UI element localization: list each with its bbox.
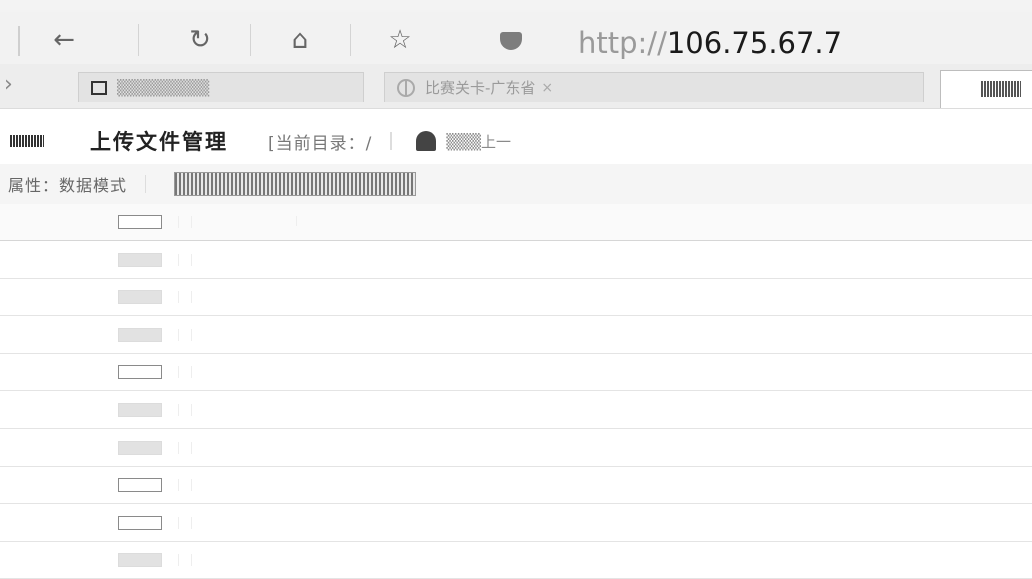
page-icon [91,80,107,95]
home-icon[interactable]: ⌂ [278,22,322,58]
row-checkbox[interactable] [118,553,162,567]
column-divider [178,366,192,378]
browser-navbar: ← ↻ ⌂ ☆ http://106.75.67.7 [0,12,1032,64]
column-divider [178,442,192,454]
header-divider [390,132,393,150]
row-checkbox[interactable] [118,253,162,267]
tab-bar: › ▒▒▒▒▒▒▒▒ 比赛关卡-广东省 × [0,64,1032,109]
globe-icon [397,78,415,97]
column-divider [178,479,192,491]
column-divider [178,254,192,266]
nav-divider [350,24,351,56]
star-icon[interactable]: ☆ [378,22,422,58]
column-divider [296,216,303,226]
file-toolbar: 属性：数据模式 [0,164,1032,204]
tab-active[interactable] [940,70,1032,108]
file-row [0,317,1032,354]
go-up-link[interactable]: ▒▒▒上一 [446,131,511,152]
tab-favicon-icon [981,81,1021,97]
row-checkbox[interactable] [118,403,162,417]
page-title: 上传文件管理 [90,130,228,154]
column-divider [178,517,192,529]
file-row [0,354,1032,391]
url-host: 106.75.67.7 [666,26,843,60]
file-row [0,242,1032,279]
nav-divider [138,24,139,56]
tab-label: ▒▒▒▒▒▒▒▒ [117,78,210,97]
nav-divider [250,24,251,56]
back-arrow-icon[interactable]: ← [42,22,86,58]
column-divider [178,216,192,228]
file-row [0,392,1032,429]
page-header: 上传文件管理 [当前目录：/ ▒▒▒上一 [0,118,1032,164]
column-divider [178,291,192,303]
shield-icon [500,32,522,50]
tab-close-icon[interactable]: × [541,80,553,96]
row-checkbox[interactable] [118,516,162,530]
row-checkbox[interactable] [118,478,162,492]
reload-icon[interactable]: ↻ [178,22,222,58]
current-directory: [当前目录：/ [268,133,373,154]
file-row [0,505,1032,542]
mode-label: 属性：数据模式 [8,176,128,195]
row-checkbox[interactable] [118,328,162,342]
folder-up-icon[interactable] [416,131,437,151]
file-row [0,279,1032,316]
navbar-edge-divider [18,26,20,56]
file-list-header-row [0,204,1032,241]
column-divider [178,404,192,416]
file-row [0,542,1032,579]
row-checkbox[interactable] [118,365,162,379]
column-divider [178,554,192,566]
tab-contest[interactable]: 比赛关卡-广东省 × [384,72,924,102]
logo-icon [10,135,44,147]
file-row [0,467,1032,504]
window-top-strip [0,0,1032,12]
toolbar-divider [145,175,147,193]
row-checkbox[interactable] [118,215,162,229]
row-checkbox[interactable] [118,290,162,304]
column-divider [178,329,192,341]
url-scheme: http:// [578,26,667,60]
toolbar-action-button[interactable] [174,172,417,196]
address-bar[interactable]: http://106.75.67.7 [578,24,1032,62]
file-row [0,430,1032,467]
tab-scroll-left-icon[interactable]: › [4,72,13,97]
row-checkbox[interactable] [118,441,162,455]
tab-label: 比赛关卡-广东省 [425,79,536,97]
tab-page[interactable]: ▒▒▒▒▒▒▒▒ [78,72,364,102]
